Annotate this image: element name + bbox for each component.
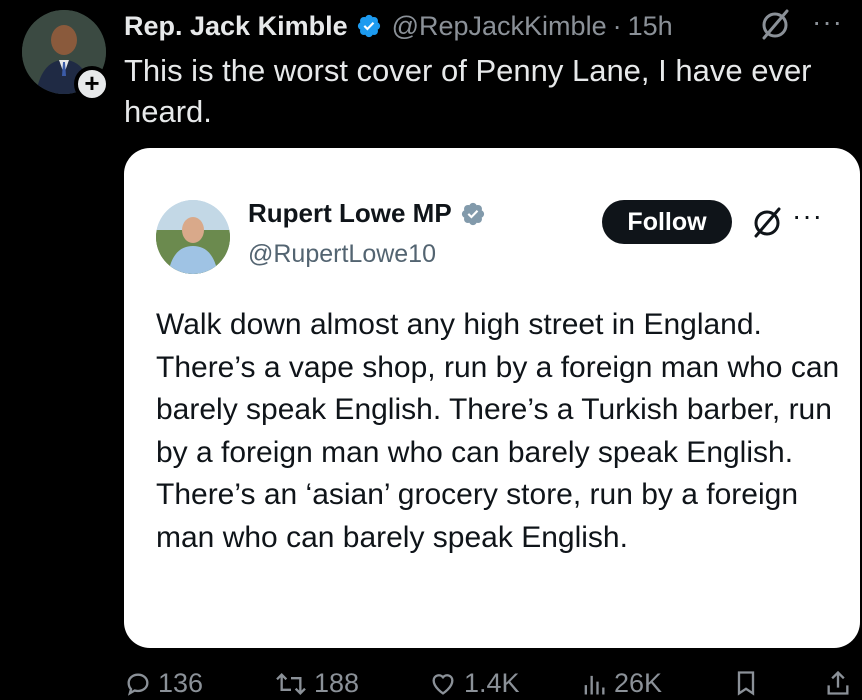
- quoted-avatar-image: [156, 200, 230, 274]
- repost-count: 188: [314, 668, 360, 698]
- quoted-author-name[interactable]: Rupert Lowe MP: [248, 198, 452, 229]
- author-avatar-container[interactable]: +: [22, 10, 110, 102]
- author-handle[interactable]: @RepJackKimble: [392, 11, 607, 42]
- like-icon: [432, 673, 454, 695]
- reply-button[interactable]: 136: [124, 668, 203, 699]
- author-name[interactable]: Rep. Jack Kimble: [124, 11, 348, 42]
- bookmark-button[interactable]: [732, 668, 766, 698]
- verified-badge-icon: [357, 14, 380, 38]
- reply-count: 136: [158, 668, 204, 698]
- post-text: This is the worst cover of Penny Lane, I…: [124, 53, 812, 129]
- more-icon[interactable]: ···: [812, 6, 843, 38]
- separator-dot: ·: [612, 10, 622, 41]
- repost-button[interactable]: 188: [274, 668, 359, 699]
- bookmark-icon: [737, 671, 755, 696]
- post-header: Rep. Jack Kimble @RepJackKimble · 15h: [124, 8, 673, 44]
- views-button[interactable]: 26K: [580, 668, 662, 699]
- quoted-author-handle[interactable]: @RupertLowe10: [248, 240, 436, 269]
- repost-icon: [276, 672, 306, 695]
- reply-icon: [127, 672, 149, 696]
- quoted-post-card[interactable]: Rupert Lowe MP @RupertLowe10 Follow ··· …: [124, 148, 860, 648]
- views-icon: [584, 675, 605, 694]
- views-count: 26K: [614, 668, 663, 698]
- like-button[interactable]: 1.4K: [428, 668, 520, 699]
- quoted-author-avatar[interactable]: [156, 200, 230, 274]
- verified-badge-icon: [461, 202, 484, 225]
- quoted-post-text: Walk down almost any high street in Engl…: [156, 308, 840, 554]
- share-icon: [827, 670, 849, 695]
- post-view: + Rep. Jack Kimble @RepJackKimble · 15h …: [0, 0, 862, 700]
- more-icon[interactable]: ···: [792, 200, 823, 232]
- follow-plus-button[interactable]: +: [74, 66, 110, 102]
- like-count: 1.4K: [464, 668, 520, 698]
- grok-icon[interactable]: [750, 206, 784, 240]
- share-button[interactable]: [824, 668, 858, 698]
- quoted-header: Rupert Lowe MP: [248, 198, 486, 229]
- post-timestamp[interactable]: 15h: [628, 11, 673, 42]
- grok-icon[interactable]: [758, 8, 792, 42]
- action-bar: 136 188 1.4K 26K: [124, 668, 860, 700]
- follow-button[interactable]: Follow: [602, 200, 732, 244]
